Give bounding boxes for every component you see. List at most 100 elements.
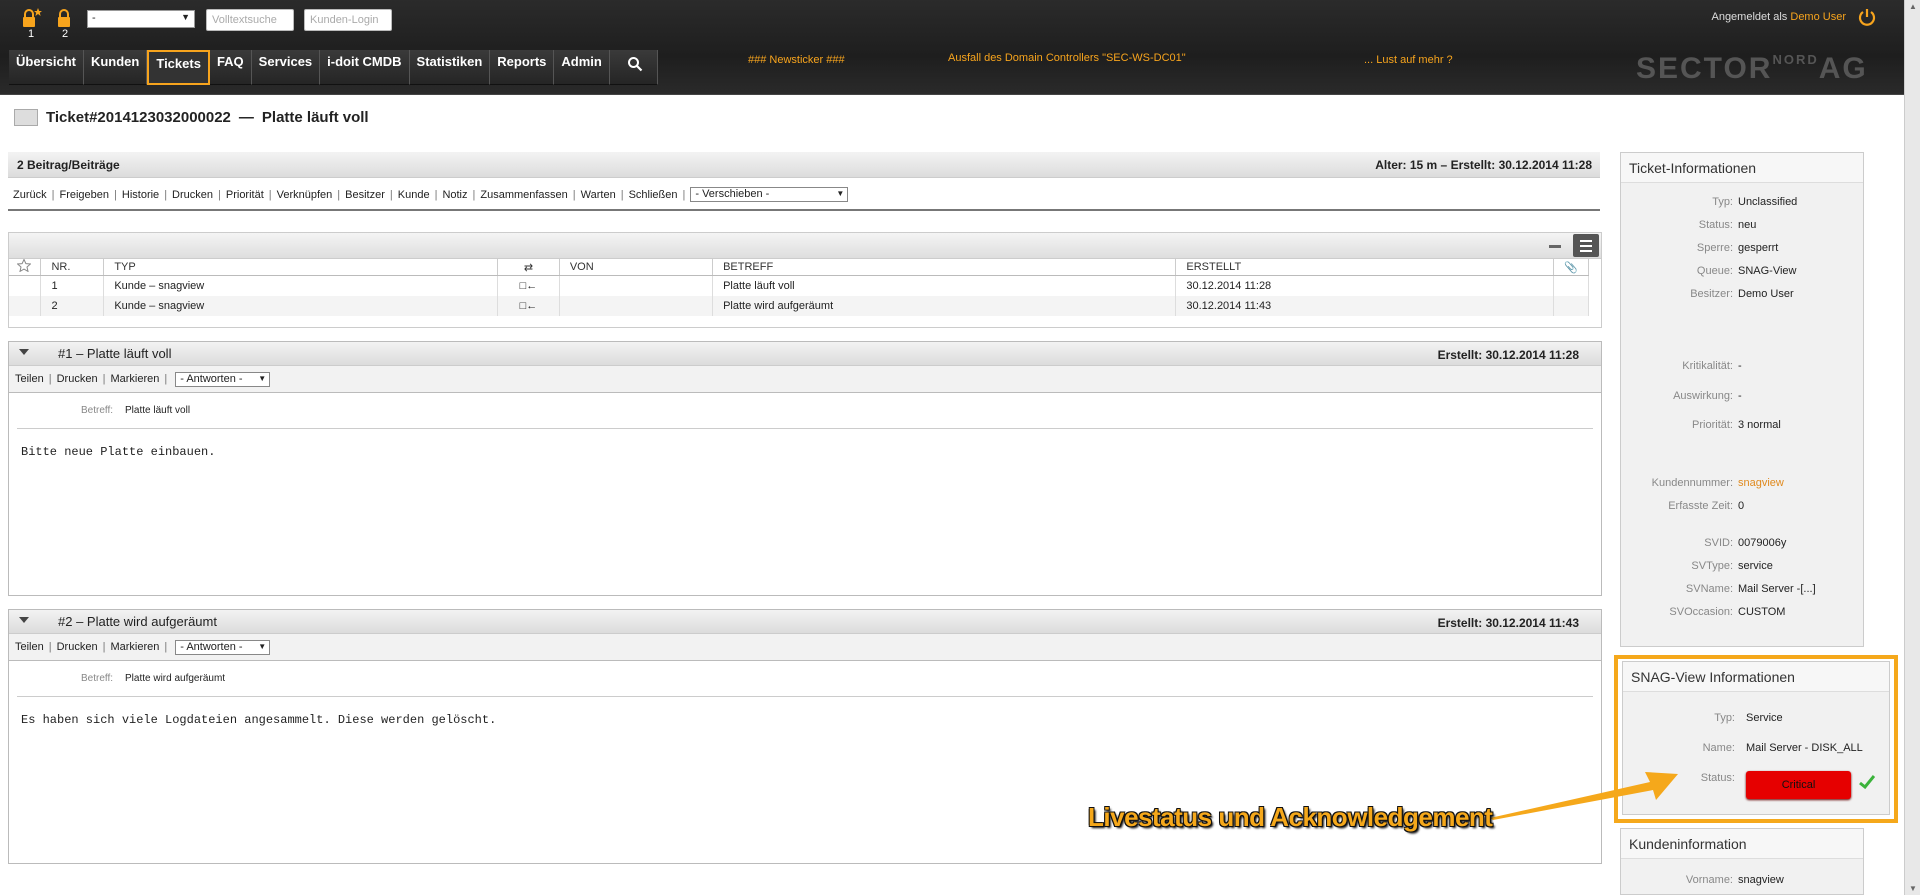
customer-row-firstname: Vorname: snagview [1685, 874, 1784, 886]
fulltext-search-input[interactable]: Volltextsuche [206, 9, 294, 31]
page-scrollbar[interactable]: ▲ ▼ [1904, 0, 1920, 895]
callout-label: Livestatus und Acknowledgement [1088, 802, 1493, 832]
article-title: #1 – Platte läuft voll [58, 346, 172, 361]
locked-tickets-new[interactable]: 1 [20, 8, 42, 42]
user-link[interactable]: Demo User [1790, 11, 1846, 23]
nav-admin[interactable]: Admin [554, 50, 610, 85]
menu-icon[interactable] [1573, 234, 1599, 257]
action-release[interactable]: Freigeben [59, 189, 109, 201]
subject-label: Betreff: [81, 673, 114, 684]
lock-star-icon [20, 8, 42, 28]
ticket-info-panel: Ticket-Informationen Typ: Unclassified St… [1620, 152, 1864, 647]
reply-select[interactable]: - Antworten - ▼ [175, 371, 271, 387]
snag-info-title: SNAG-View Informationen [1623, 662, 1889, 692]
col-subject[interactable]: BETREFF [712, 259, 1177, 276]
article-meta: Betreff: Platte läuft voll [9, 393, 1601, 429]
article-action-print[interactable]: Drucken [57, 641, 98, 653]
cell-type: Kunde – snagview [103, 275, 499, 296]
newsticker-item[interactable]: Ausfall des Domain Controllers "SEC-WS-D… [948, 52, 1186, 64]
article-action-split[interactable]: Teilen [15, 641, 44, 653]
col-type[interactable]: TYP [103, 259, 499, 276]
cell-nr: 1 [40, 275, 105, 296]
main-navigation: Übersicht Kunden Tickets FAQ Services i-… [9, 50, 658, 85]
article-header[interactable]: #2 – Platte wird aufgeräumt Erstellt: 30… [9, 610, 1601, 634]
nav-idoit-cmdb[interactable]: i-doit CMDB [320, 50, 410, 85]
action-back[interactable]: Zurück [13, 189, 47, 201]
nav-services[interactable]: Services [251, 50, 321, 85]
cell-subject: Platte läuft voll [712, 275, 1177, 296]
title-dash: — [238, 109, 254, 126]
article-meta: Betreff: Platte wird aufgeräumt [9, 661, 1601, 697]
star-column[interactable] [9, 258, 42, 276]
article-action-split[interactable]: Teilen [15, 373, 44, 385]
collapse-triangle-icon[interactable] [19, 349, 29, 355]
table-row[interactable]: 1 Kunde – snagview □← Platte läuft voll … [9, 275, 1589, 296]
info-row-svid: SVID: 0079006y [1704, 537, 1787, 549]
col-nr[interactable]: NR. [40, 259, 105, 276]
article-action-mark[interactable]: Markieren [110, 641, 159, 653]
search-icon [627, 57, 643, 72]
status-critical-button[interactable]: Critical [1746, 771, 1851, 799]
locked-tickets-all[interactable]: 2 [54, 8, 76, 42]
cell-from [559, 275, 714, 296]
article-actions: Teilen | Drucken | Markieren | - Antworten … [9, 634, 1601, 661]
newsticker-more[interactable]: ... Lust auf mehr ? [1364, 54, 1453, 66]
scroll-up-icon[interactable]: ▲ [1909, 2, 1917, 11]
action-pending[interactable]: Warten [581, 189, 616, 201]
info-row-priority: Priorität: 3 normal [1692, 419, 1781, 431]
article-table-widget: NR. TYP ⇄ VON BETREFF ERSTELLT 📎 1 Kunde… [8, 232, 1602, 328]
move-select[interactable]: - Verschieben - ▼ [690, 187, 849, 202]
action-customer[interactable]: Kunde [398, 189, 430, 201]
nav-faq[interactable]: FAQ [209, 50, 252, 85]
article-body: Es haben sich viele Logdateien angesamme… [21, 713, 497, 727]
action-history[interactable]: Historie [122, 189, 159, 201]
article-body: Bitte neue Platte einbauen. [21, 445, 216, 459]
reply-select[interactable]: - Antworten - ▼ [175, 639, 271, 655]
cell-type: Kunde – snagview [103, 295, 499, 316]
col-from[interactable]: VON [559, 259, 714, 276]
action-print[interactable]: Drucken [172, 189, 213, 201]
scroll-down-icon[interactable]: ▼ [1909, 884, 1917, 893]
article-header[interactable]: #1 – Platte läuft voll Erstellt: 30.12.2… [9, 342, 1601, 366]
nav-overview[interactable]: Übersicht [9, 50, 84, 85]
article-action-mark[interactable]: Markieren [110, 373, 159, 385]
subject-value: Platte läuft voll [125, 405, 191, 416]
collapse-icon[interactable] [1549, 245, 1561, 248]
table-row[interactable]: 2 Kunde – snagview □← Platte wird aufger… [9, 295, 1589, 316]
collapse-triangle-icon[interactable] [19, 617, 29, 623]
chevron-down-icon: ▼ [181, 12, 190, 22]
customer-number-link[interactable]: snagview [1738, 477, 1784, 489]
top-header: 1 2 - ▼ Volltextsuche Kunden-Login Angeme… [0, 0, 1904, 95]
action-merge[interactable]: Zusammenfassen [480, 189, 567, 201]
article-1: #1 – Platte läuft voll Erstellt: 30.12.2… [8, 341, 1602, 596]
nav-search[interactable] [609, 50, 658, 85]
direction-icon: □← [497, 295, 560, 316]
col-created[interactable]: ERSTELLT [1175, 259, 1555, 276]
page-title: Ticket#2014123032000022 — Platte läuft v… [14, 109, 369, 126]
col-direction[interactable]: ⇄ [497, 259, 560, 276]
acknowledge-check-icon[interactable] [1859, 775, 1875, 789]
callout-arrow [1490, 772, 1678, 820]
action-note[interactable]: Notiz [442, 189, 467, 201]
ticket-action-bar: 2 Beitrag/Beiträge Alter: 15 m – Erstell… [8, 152, 1600, 210]
queue-select[interactable]: - ▼ [87, 10, 195, 28]
logout-power-icon[interactable] [1858, 8, 1876, 26]
nav-tickets[interactable]: Tickets [147, 50, 210, 85]
action-link[interactable]: Verknüpfen [277, 189, 333, 201]
article-action-print[interactable]: Drucken [57, 373, 98, 385]
queue-select-value: - [92, 12, 96, 24]
divider [8, 209, 1600, 211]
info-row-lock: Sperre: gesperrt [1696, 242, 1779, 254]
nav-customers[interactable]: Kunden [83, 50, 148, 85]
article-created: Erstellt: 30.12.2014 11:43 [1437, 616, 1579, 630]
action-owner[interactable]: Besitzer [345, 189, 385, 201]
ticket-actions: Zurück | Freigeben | Historie | Drucken | Pr… [8, 178, 1600, 211]
col-attachment[interactable]: 📎 [1553, 259, 1589, 276]
action-priority[interactable]: Priorität [226, 189, 264, 201]
customer-login-input[interactable]: Kunden-Login [304, 9, 392, 31]
nav-reports[interactable]: Reports [490, 50, 555, 85]
action-close[interactable]: Schließen [629, 189, 678, 201]
nav-statistics[interactable]: Statistiken [409, 50, 491, 85]
info-row-type: Typ: Unclassified [1712, 196, 1798, 208]
info-row-svtype: SVType: service [1691, 560, 1773, 572]
